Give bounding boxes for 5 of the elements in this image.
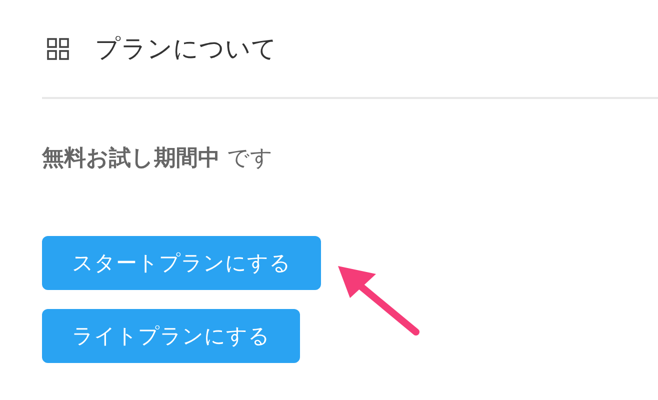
trial-status-text: 無料お試し期間中 です (42, 145, 274, 173)
plan-button[interactable]: スタートプランにする (42, 236, 321, 290)
plan-button[interactable]: ライトプランにする (42, 309, 300, 363)
grid-icon (47, 38, 69, 60)
page-title: プランについて (95, 33, 277, 65)
